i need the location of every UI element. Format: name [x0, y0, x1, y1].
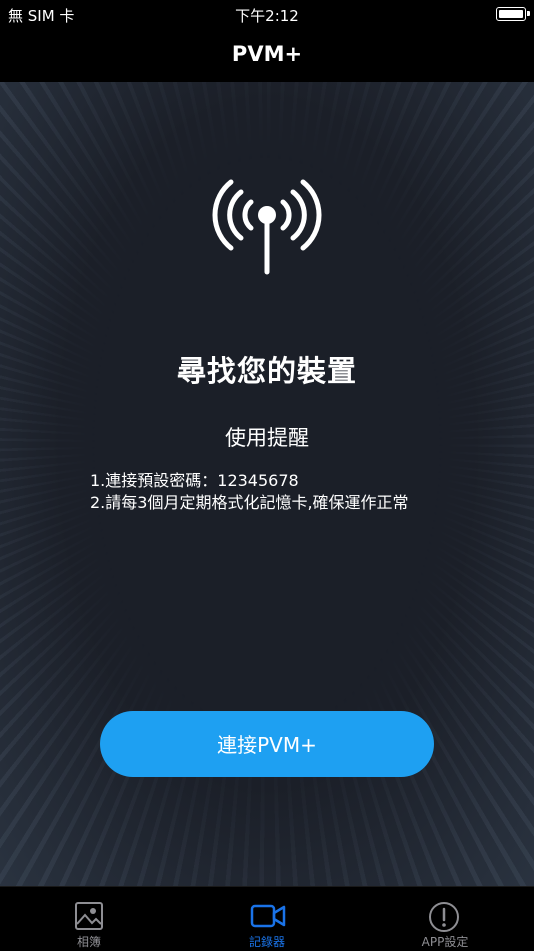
- tab-recorder[interactable]: 記錄器: [178, 887, 356, 951]
- photo-album-icon: [75, 902, 103, 930]
- tip-item: 1.連接預設密碼：12345678: [90, 471, 299, 490]
- battery-icon: [496, 7, 530, 21]
- tab-label: 相簿: [76, 935, 101, 949]
- tips-title: 使用提醒: [225, 426, 309, 450]
- status-time: 下午2:12: [235, 7, 299, 25]
- tab-app-settings[interactable]: APP設定: [356, 887, 534, 951]
- connect-button[interactable]: 連接PVM+: [100, 711, 434, 777]
- wifi-antenna-icon: [212, 179, 322, 275]
- main-title: 尋找您的裝置: [176, 354, 357, 388]
- tips-list: 1.連接預設密碼：12345678 2.請每3個月定期格式化記憶卡,確保運作正常: [90, 470, 430, 514]
- main-content: 尋找您的裝置 使用提醒 1.連接預設密碼：12345678 2.請每3個月定期格…: [0, 82, 534, 886]
- video-camera-icon: [250, 904, 286, 928]
- tab-bar: 相簿 記錄器 APP設定: [0, 886, 534, 951]
- alert-circle-icon: [429, 902, 459, 932]
- status-bar: 無 SIM 卡 下午2:12: [0, 0, 534, 30]
- tab-album[interactable]: 相簿: [0, 887, 178, 951]
- nav-bar: PVM+: [0, 30, 534, 82]
- page-title: PVM+: [231, 42, 303, 66]
- tab-label: 記錄器: [248, 935, 285, 949]
- tab-label: APP設定: [421, 935, 469, 949]
- tip-item: 2.請每3個月定期格式化記憶卡,確保運作正常: [90, 493, 409, 512]
